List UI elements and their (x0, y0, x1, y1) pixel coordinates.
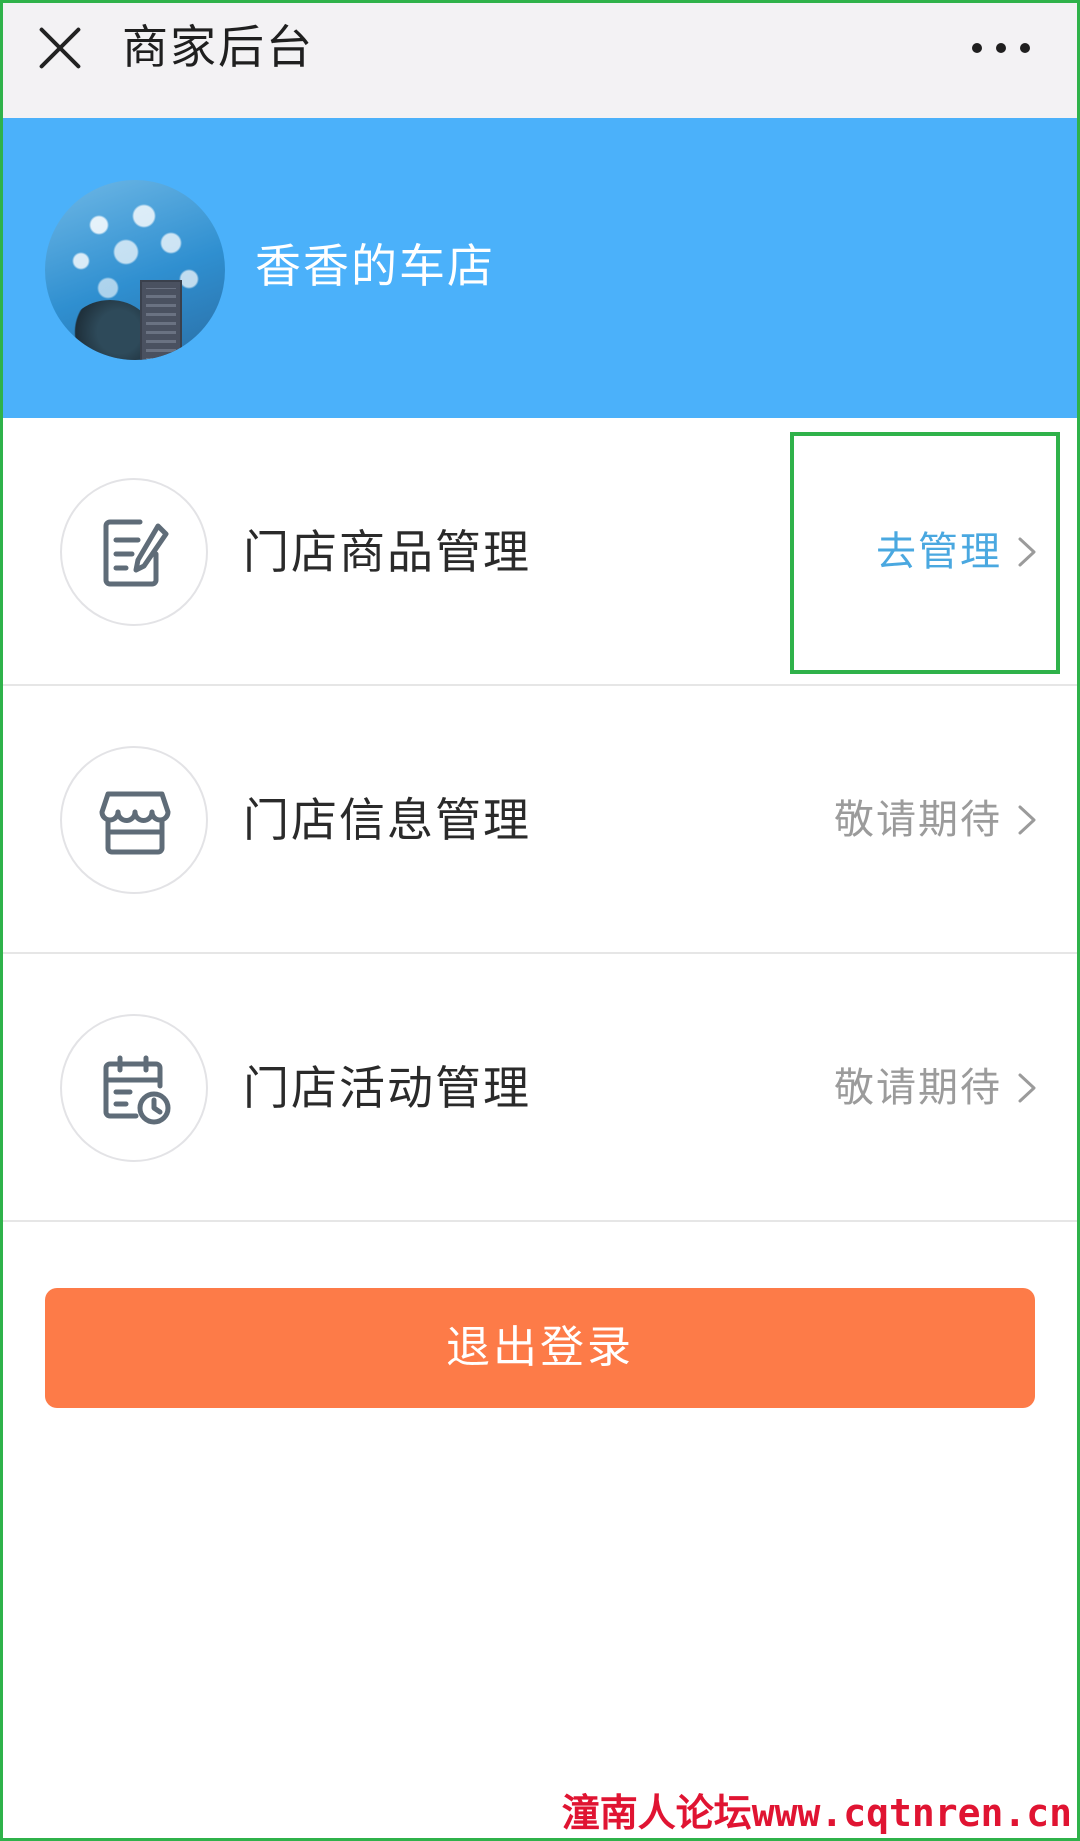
menu-item-product-management[interactable]: 门店商品管理 去管理 (0, 418, 1080, 686)
calendar-clock-icon (60, 1014, 208, 1162)
menu-item-label: 门店活动管理 (243, 1061, 531, 1115)
avatar-building (140, 280, 182, 360)
more-dot (996, 43, 1006, 53)
page-title: 商家后台 (122, 20, 314, 74)
more-dot (1020, 43, 1030, 53)
store-icon (60, 746, 208, 894)
menu-item-label: 门店商品管理 (243, 525, 531, 579)
menu-item-store-info-management[interactable]: 门店信息管理 敬请期待 (0, 686, 1080, 954)
menu-item-activity-management[interactable]: 门店活动管理 敬请期待 (0, 954, 1080, 1222)
chevron-right-icon (1018, 1073, 1036, 1103)
shop-name: 香香的车店 (255, 239, 495, 293)
edit-document-icon (60, 478, 208, 626)
menu-item-label: 门店信息管理 (243, 793, 531, 847)
more-dot (972, 43, 982, 53)
shop-header: 香香的车店 (0, 118, 1080, 418)
chevron-right-icon (1018, 537, 1036, 567)
close-icon[interactable] (36, 24, 84, 72)
avatar (45, 180, 225, 360)
manage-link[interactable]: 去管理 (876, 524, 1002, 580)
watermark-text: 潼南人论坛www.cqtnren.cn (561, 1791, 1072, 1835)
more-dots-icon[interactable] (972, 40, 1030, 56)
title-bar: 商家后台 (0, 0, 1080, 118)
chevron-right-icon (1018, 805, 1036, 835)
coming-soon-label: 敬请期待 (834, 797, 1002, 843)
logout-button[interactable]: 退出登录 (45, 1288, 1035, 1408)
coming-soon-label: 敬请期待 (834, 1065, 1002, 1111)
